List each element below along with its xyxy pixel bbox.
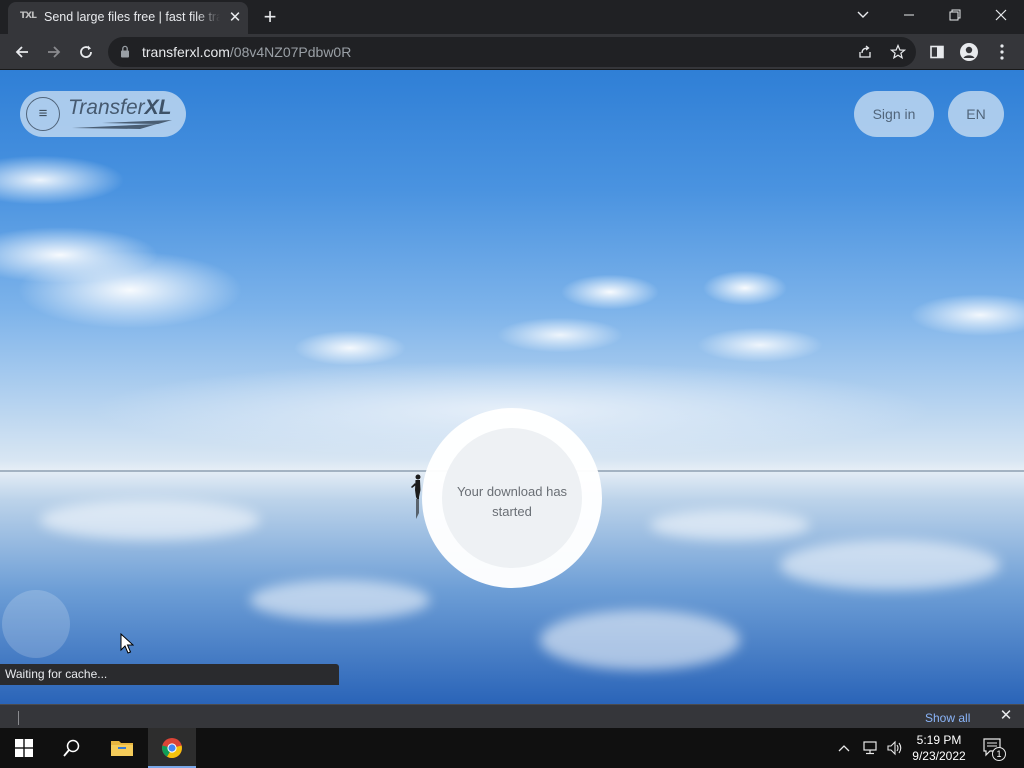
browser-status-bar: Waiting for cache... (0, 664, 339, 685)
chrome-taskbar-icon[interactable] (148, 728, 196, 768)
back-arrow-icon[interactable] (8, 38, 36, 66)
notification-center-icon[interactable]: 1 (982, 737, 1006, 761)
close-window-button[interactable] (978, 0, 1024, 30)
tab-close-icon[interactable]: ✕ (226, 9, 244, 27)
reload-icon[interactable] (72, 38, 100, 66)
shelf-divider (18, 711, 19, 725)
volume-icon[interactable] (886, 738, 904, 758)
hamburger-menu-icon[interactable]: ≡ (26, 97, 60, 131)
forward-arrow-icon[interactable] (40, 38, 68, 66)
browser-title-bar: TXL Send large files free | fast file tr… (0, 0, 1024, 34)
floating-circle (2, 590, 70, 658)
download-status-text: Your download has started (456, 484, 568, 519)
new-tab-button[interactable]: + (258, 5, 282, 29)
minimize-button[interactable] (886, 0, 932, 30)
download-shelf: Show all ✕ (0, 704, 1024, 728)
close-shelf-icon[interactable]: ✕ (997, 706, 1015, 726)
download-status-circle: Your download has started (422, 408, 602, 588)
notification-count-badge: 1 (992, 747, 1006, 761)
file-explorer-icon[interactable] (98, 728, 146, 768)
cloud-reflection (650, 510, 810, 540)
show-hidden-icons-chevron[interactable] (838, 738, 850, 758)
browser-tab[interactable]: TXL Send large files free | fast file tr… (8, 2, 248, 34)
logo-header: ≡ TransferXL (20, 91, 186, 137)
address-bar[interactable]: transferxl.com/08v4NZ07Pdbw0R (108, 37, 916, 67)
cloud-reflection (780, 540, 1000, 590)
network-icon[interactable] (862, 738, 880, 758)
system-clock[interactable]: 5:19 PM 9/23/2022 (908, 732, 970, 764)
search-icon[interactable] (48, 728, 96, 768)
lock-icon (121, 45, 129, 58)
sign-in-button[interactable]: Sign in (854, 91, 934, 137)
page-content: ≡ TransferXL Sign in EN Your download ha… (0, 70, 1024, 704)
browser-toolbar: transferxl.com/08v4NZ07Pdbw0R (0, 34, 1024, 70)
restore-button[interactable] (932, 0, 978, 30)
bookmark-star-icon[interactable] (886, 40, 910, 64)
profile-avatar-icon[interactable] (957, 40, 981, 64)
show-all-downloads-link[interactable]: Show all (925, 711, 970, 725)
more-menu-icon[interactable] (990, 40, 1014, 64)
clock-date: 9/23/2022 (912, 749, 966, 763)
clock-time: 5:19 PM (916, 733, 962, 747)
share-icon[interactable] (853, 40, 877, 64)
download-status-inner: Your download has started (442, 428, 582, 568)
windows-taskbar: 5:19 PM 9/23/2022 1 (0, 728, 1024, 768)
tab-title: Send large files free | fast file transf… (44, 10, 220, 28)
side-panel-icon[interactable] (925, 40, 949, 64)
url-text[interactable]: transferxl.com/08v4NZ07Pdbw0R (142, 44, 351, 60)
language-button[interactable]: EN (948, 91, 1004, 137)
tab-search-chevron-icon[interactable] (840, 0, 886, 30)
cloud-reflection (540, 610, 740, 670)
cloud-reflection (250, 580, 430, 620)
windows-start-icon[interactable] (0, 728, 48, 768)
cloud-reflection (40, 500, 260, 540)
mouse-cursor-icon (120, 633, 134, 654)
logo-swoosh-icon (72, 120, 172, 129)
favicon-icon: TXL (20, 11, 37, 21)
transferxl-logo[interactable]: TransferXL (68, 96, 171, 120)
